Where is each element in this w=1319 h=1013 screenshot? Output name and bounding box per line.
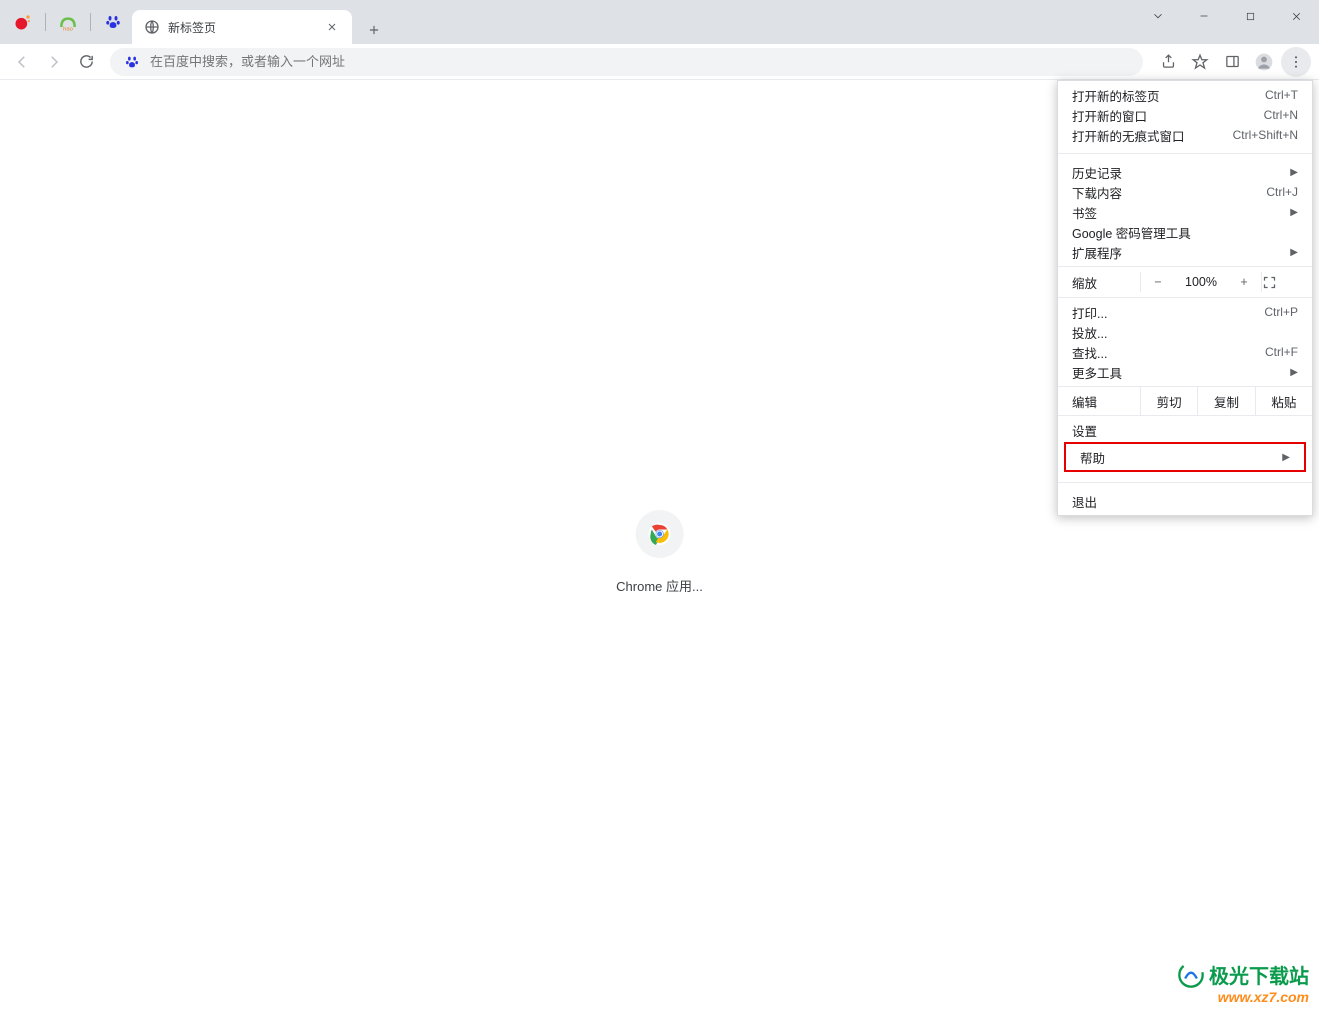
menu-history[interactable]: 历史记录▶ [1058,162,1312,182]
baidu-paw-icon [124,54,140,70]
tab-strip: 新标签页 [132,0,388,44]
menu-zoom-row: 缩放 − 100% + [1058,266,1312,298]
menu-find[interactable]: 查找...Ctrl+F [1058,342,1312,362]
menu-more-tools[interactable]: 更多工具▶ [1058,362,1312,382]
menu-settings[interactable]: 设置 [1058,420,1312,440]
menu-exit[interactable]: 退出 [1058,491,1312,511]
menu-bookmarks[interactable]: 书签▶ [1058,202,1312,222]
side-panel-icon[interactable] [1217,47,1247,77]
chevron-right-icon: ▶ [1290,207,1298,218]
svg-text:hao: hao [63,26,73,32]
chevron-right-icon: ▶ [1290,367,1298,378]
reload-button[interactable] [72,48,100,76]
menu-new-incognito[interactable]: 打开新的无痕式窗口Ctrl+Shift+N [1058,125,1312,145]
menu-cast[interactable]: 投放... [1058,322,1312,342]
back-button[interactable] [8,48,36,76]
profile-icon[interactable] [1249,47,1279,77]
fullscreen-icon[interactable] [1262,275,1302,290]
omnibox-input[interactable] [150,54,1129,69]
watermark-logo-icon [1177,961,1205,989]
watermark-brand: 极光下载站 [1209,960,1309,989]
titlebar: hao 新标签页 [0,0,1319,44]
copy-button[interactable]: 复制 [1197,387,1254,415]
help-highlight-annotation: 帮助▶ [1064,442,1306,472]
weibo-icon[interactable] [12,11,34,33]
taskbar-icons: hao [0,11,124,33]
menu-separator [1058,482,1312,483]
menu-new-window[interactable]: 打开新的窗口Ctrl+N [1058,105,1312,125]
chrome-apps-shortcut[interactable]: Chrome 应用... [616,510,703,595]
omnibox[interactable] [110,48,1143,76]
taskbar-separator [45,13,46,31]
menu-print[interactable]: 打印...Ctrl+P [1058,302,1312,322]
chrome-logo-icon [636,510,684,558]
active-tab[interactable]: 新标签页 [132,10,352,44]
watermark-url: www.xz7.com [1177,989,1309,1005]
minimize-button[interactable] [1181,0,1227,32]
menu-edit-row: 编辑 剪切 复制 粘贴 [1058,386,1312,416]
window-dropdown-icon[interactable] [1135,0,1181,32]
chevron-right-icon: ▶ [1290,167,1298,178]
menu-help[interactable]: 帮助▶ [1066,444,1304,470]
toolbar [0,44,1319,80]
toolbar-right [1153,47,1311,77]
menu-password-manager[interactable]: Google 密码管理工具 [1058,222,1312,242]
menu-downloads[interactable]: 下载内容Ctrl+J [1058,182,1312,202]
chevron-right-icon: ▶ [1282,452,1290,463]
chrome-apps-label: Chrome 应用... [616,576,703,595]
zoom-value: 100% [1175,275,1227,289]
tab-title: 新标签页 [168,19,324,36]
menu-separator [1058,153,1312,154]
chrome-main-menu: 打开新的标签页Ctrl+T 打开新的窗口Ctrl+N 打开新的无痕式窗口Ctrl… [1057,80,1313,516]
chevron-right-icon: ▶ [1290,247,1298,258]
cut-button[interactable]: 剪切 [1140,387,1197,415]
new-tab-button[interactable] [360,16,388,44]
forward-button[interactable] [40,48,68,76]
menu-new-tab[interactable]: 打开新的标签页Ctrl+T [1058,85,1312,105]
maximize-button[interactable] [1227,0,1273,32]
hao-icon[interactable]: hao [57,11,79,33]
menu-extensions[interactable]: 扩展程序▶ [1058,242,1312,262]
close-window-button[interactable] [1273,0,1319,32]
zoom-in-button[interactable]: + [1227,275,1261,289]
baidu-paw-icon[interactable] [102,11,124,33]
tab-close-icon[interactable] [324,19,340,35]
edit-label: 编辑 [1058,392,1140,411]
globe-icon [144,19,160,35]
share-icon[interactable] [1153,47,1183,77]
menu-kebab-icon[interactable] [1281,47,1311,77]
paste-button[interactable]: 粘贴 [1255,387,1312,415]
taskbar-separator [90,13,91,31]
watermark: 极光下载站 www.xz7.com [1177,960,1309,1005]
zoom-label: 缩放 [1058,273,1140,292]
bookmark-star-icon[interactable] [1185,47,1215,77]
window-controls [1135,0,1319,32]
zoom-out-button[interactable]: − [1141,275,1175,289]
